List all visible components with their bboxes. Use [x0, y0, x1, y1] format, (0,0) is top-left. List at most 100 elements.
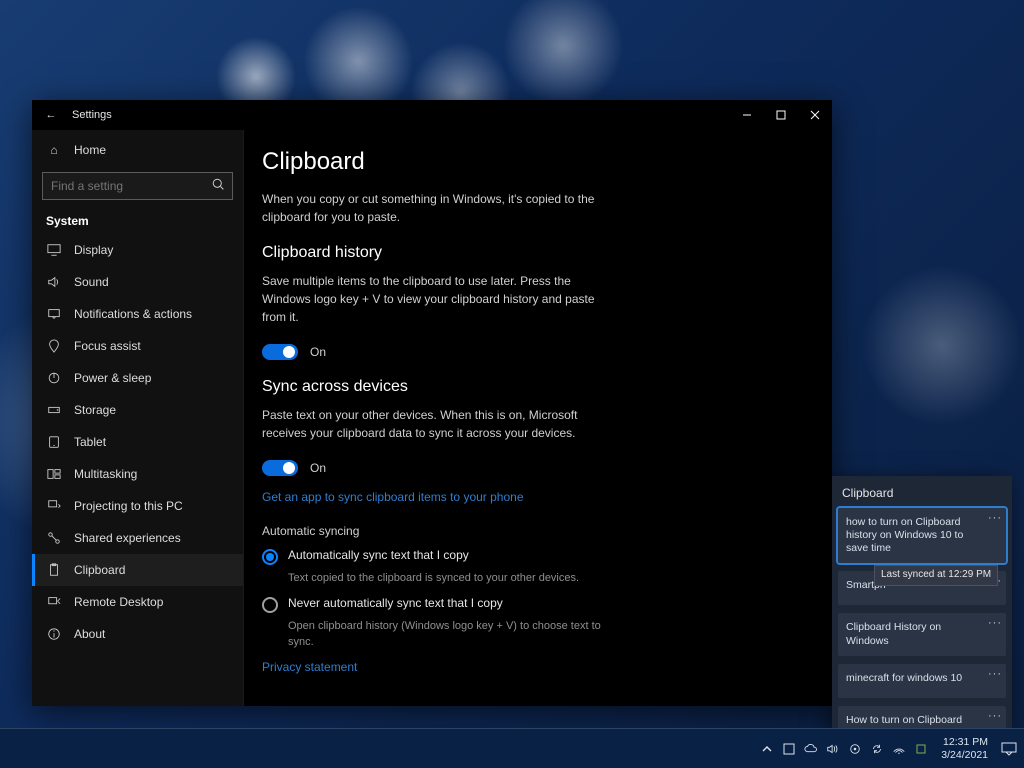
settings-content: Clipboard When you copy or cut something… [244, 130, 832, 706]
radio-icon [262, 597, 278, 613]
about-icon [46, 627, 62, 641]
radio-never-sync-desc: Open clipboard history (Windows logo key… [288, 619, 608, 650]
window-close-button[interactable] [798, 100, 832, 130]
taskbar-clock[interactable]: 12:31 PM 3/24/2021 [941, 736, 988, 760]
privacy-statement-link[interactable]: Privacy statement [262, 660, 357, 674]
sidebar-item-storage[interactable]: Storage [32, 394, 243, 426]
tray-network-icon[interactable] [891, 741, 907, 757]
tray-location-icon[interactable] [847, 741, 863, 757]
sidebar-item-projecting[interactable]: Projecting to this PC [32, 490, 243, 522]
tray-volume-icon[interactable] [825, 741, 841, 757]
action-center-button[interactable] [1000, 740, 1018, 758]
clipboard-history-flyout: Clipboard how to turn on Clipboard histo… [832, 476, 1012, 728]
clipboard-item-text: How to turn on Clipboard history on Wind… [846, 714, 963, 728]
radio-auto-sync[interactable]: Automatically sync text that I copy [262, 548, 808, 565]
window-title: Settings [72, 109, 112, 121]
settings-sidebar: ⌂ Home System Display Sound [32, 130, 244, 706]
sidebar-item-display[interactable]: Display [32, 234, 243, 266]
page-intro: When you copy or cut something in Window… [262, 190, 602, 226]
sync-toggle-state: On [310, 461, 326, 475]
sidebar-item-label: Display [74, 243, 113, 257]
clipboard-history-heading: Clipboard history [262, 244, 808, 262]
sidebar-item-label: Notifications & actions [74, 307, 192, 321]
sidebar-home[interactable]: ⌂ Home [32, 134, 243, 166]
sidebar-item-multitasking[interactable]: Multitasking [32, 458, 243, 490]
sidebar-item-about[interactable]: About [32, 618, 243, 650]
sidebar-item-label: Sound [74, 275, 109, 289]
clipboard-history-toggle-state: On [310, 345, 326, 359]
radio-auto-sync-desc: Text copied to the clipboard is synced t… [288, 571, 608, 586]
clipboard-item-more-button[interactable]: ··· [988, 617, 1002, 631]
radio-never-sync[interactable]: Never automatically sync text that I cop… [262, 596, 808, 613]
sidebar-item-sound[interactable]: Sound [32, 266, 243, 298]
taskbar-time: 12:31 PM [941, 736, 988, 748]
taskbar: 12:31 PM 3/24/2021 [0, 728, 1024, 768]
sidebar-item-notifications[interactable]: Notifications & actions [32, 298, 243, 330]
tray-overflow-icon[interactable] [759, 741, 775, 757]
sidebar-item-label: Shared experiences [74, 531, 181, 545]
clipboard-item[interactable]: minecraft for windows 10 ··· [838, 664, 1006, 698]
projecting-icon [46, 499, 62, 513]
sidebar-item-label: Power & sleep [74, 371, 151, 385]
clipboard-sync-tooltip: Last synced at 12:29 PM [874, 565, 998, 586]
back-button[interactable]: ← [42, 109, 60, 121]
sidebar-item-label: Storage [74, 403, 116, 417]
clipboard-item-text: how to turn on Clipboard history on Wind… [846, 516, 963, 554]
focus-assist-icon [46, 339, 62, 353]
tablet-icon [46, 435, 62, 449]
automatic-syncing-label: Automatic syncing [262, 524, 808, 538]
sidebar-home-label: Home [74, 143, 106, 157]
window-maximize-button[interactable] [764, 100, 798, 130]
settings-window: ← Settings ⌂ Home System [32, 100, 832, 706]
tray-sync-icon[interactable] [869, 741, 885, 757]
tray-cloud-icon[interactable] [803, 741, 819, 757]
clipboard-item[interactable]: how to turn on Clipboard history on Wind… [838, 508, 1006, 563]
power-icon [46, 371, 62, 385]
clipboard-item-text: minecraft for windows 10 [846, 672, 962, 684]
flyout-title: Clipboard [842, 486, 1002, 500]
storage-icon [46, 403, 62, 417]
search-icon [212, 178, 225, 194]
remote-desktop-icon [46, 595, 62, 609]
clipboard-item-more-button[interactable]: ··· [988, 710, 1002, 724]
sidebar-item-focus-assist[interactable]: Focus assist [32, 330, 243, 362]
sidebar-item-tablet[interactable]: Tablet [32, 426, 243, 458]
clipboard-item-more-button[interactable]: ··· [988, 668, 1002, 682]
sidebar-item-remote-desktop[interactable]: Remote Desktop [32, 586, 243, 618]
sidebar-section-label: System [32, 208, 243, 234]
sync-heading: Sync across devices [262, 378, 808, 396]
system-tray: 12:31 PM 3/24/2021 [759, 736, 1018, 760]
taskbar-date: 3/24/2021 [941, 749, 988, 761]
tray-app-icon[interactable] [781, 741, 797, 757]
sidebar-item-label: Clipboard [74, 563, 125, 577]
notifications-icon [46, 307, 62, 321]
sync-toggle[interactable] [262, 460, 298, 476]
home-icon: ⌂ [46, 143, 62, 157]
page-title: Clipboard [262, 148, 808, 176]
clipboard-item[interactable]: Smartph ··· Last synced at 12:29 PM [838, 571, 1006, 605]
sidebar-item-label: About [74, 627, 105, 641]
clipboard-item-more-button[interactable]: ··· [988, 512, 1002, 526]
clipboard-history-desc: Save multiple items to the clipboard to … [262, 272, 602, 326]
sync-app-link[interactable]: Get an app to sync clipboard items to yo… [262, 490, 524, 504]
clipboard-item[interactable]: Clipboard History on Windows ··· [838, 613, 1006, 655]
clipboard-history-toggle[interactable] [262, 344, 298, 360]
clipboard-item-text: Clipboard History on Windows [846, 621, 941, 646]
window-titlebar: ← Settings [32, 100, 832, 130]
radio-never-sync-label: Never automatically sync text that I cop… [288, 596, 503, 610]
sidebar-item-label: Focus assist [74, 339, 141, 353]
display-icon [46, 243, 62, 257]
sidebar-item-power-sleep[interactable]: Power & sleep [32, 362, 243, 394]
sidebar-item-shared-experiences[interactable]: Shared experiences [32, 522, 243, 554]
radio-icon [262, 549, 278, 565]
window-minimize-button[interactable] [730, 100, 764, 130]
tray-app2-icon[interactable] [913, 741, 929, 757]
sound-icon [46, 275, 62, 289]
sidebar-item-label: Tablet [74, 435, 106, 449]
shared-experiences-icon [46, 531, 62, 545]
multitasking-icon [46, 467, 62, 481]
search-input[interactable] [42, 172, 233, 200]
sidebar-item-clipboard[interactable]: Clipboard [32, 554, 243, 586]
radio-auto-sync-label: Automatically sync text that I copy [288, 548, 469, 562]
clipboard-item[interactable]: How to turn on Clipboard history on Wind… [838, 706, 1006, 728]
